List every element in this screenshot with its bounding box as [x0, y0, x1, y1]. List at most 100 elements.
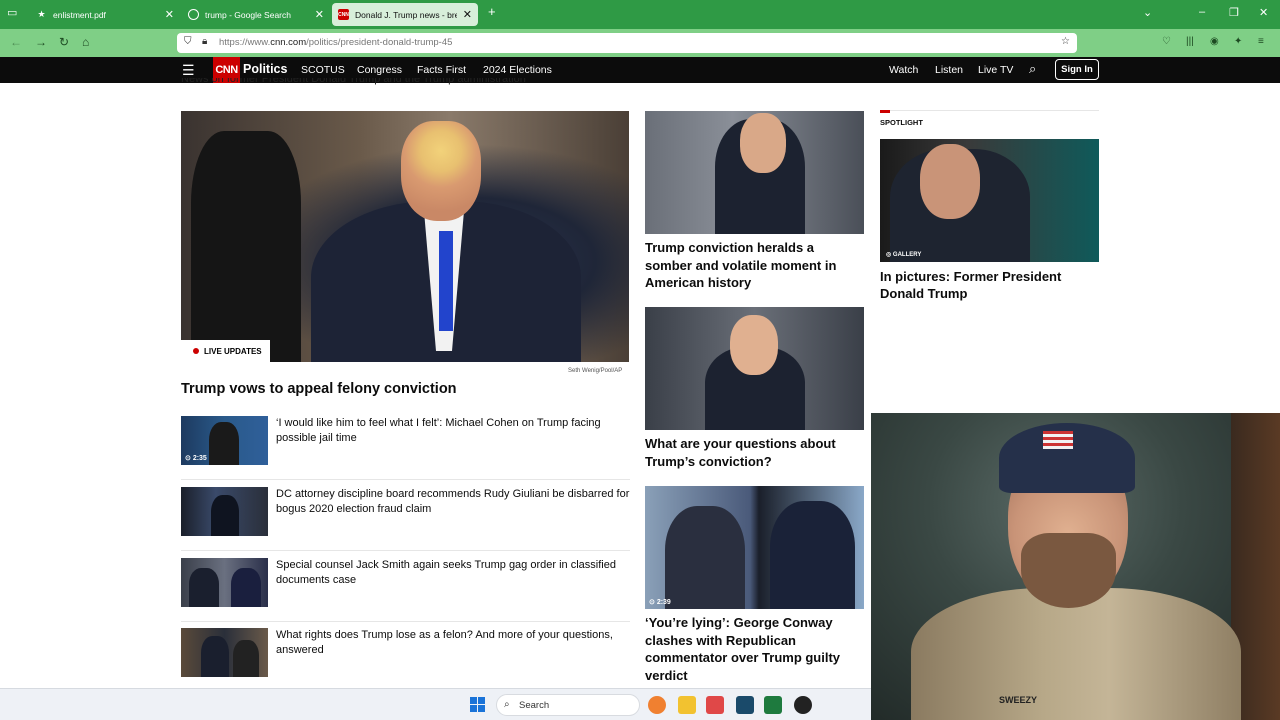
sign-in-button[interactable]: Sign In: [1055, 59, 1099, 80]
list-item[interactable]: Special counsel Jack Smith again seeks T…: [181, 558, 630, 628]
nav-item-2024-elections[interactable]: 2024 Elections: [483, 64, 552, 76]
lock-icon[interactable]: 🔒︎: [202, 36, 207, 47]
browser-toolbar: ← → ↻ ⌂ ⛉ 🔒︎ https://www.cnn.com/politic…: [0, 29, 1280, 57]
list-item[interactable]: ⊙ 2:35 ‘I would like him to feel what I …: [181, 416, 630, 486]
browser-tab-strip: ▭ ★ enlistment.pdf ✕ trump - Google Sear…: [0, 0, 1280, 29]
nav-listen[interactable]: Listen: [935, 64, 963, 76]
excel-icon[interactable]: [764, 696, 782, 714]
account-icon[interactable]: ◉: [1210, 36, 1219, 47]
list-all-tabs-chevron-icon[interactable]: ⌄: [1143, 6, 1152, 19]
list-thumbnail[interactable]: ⊙ 2:35: [181, 416, 268, 465]
tab-google-search[interactable]: trump - Google Search ✕: [182, 3, 330, 26]
spotlight-accent: [880, 110, 890, 113]
person-shape: [189, 568, 219, 607]
nav-watch[interactable]: Watch: [889, 64, 918, 76]
nav-live-tv[interactable]: Live TV: [978, 64, 1013, 76]
list-thumbnail[interactable]: [181, 628, 268, 677]
gallery-badge: ◎ GALLERY: [886, 252, 922, 258]
cnn-favicon-icon: CNN: [338, 9, 349, 20]
live-updates-label: LIVE UPDATES: [204, 346, 262, 356]
tab-title: enlistment.pdf: [53, 9, 106, 20]
article-image[interactable]: [645, 111, 864, 234]
person-shape: [209, 422, 239, 465]
star-icon: ★: [37, 9, 46, 19]
face-shape: [920, 144, 980, 219]
list-headline[interactable]: ‘I would like him to feel what I felt’: …: [276, 416, 631, 445]
face-shape: [740, 113, 786, 173]
person-shape: [211, 495, 239, 536]
app-icon[interactable]: [736, 696, 754, 714]
home-icon[interactable]: ⌂: [82, 35, 89, 49]
divider: [181, 479, 630, 480]
hero-image[interactable]: [181, 111, 629, 362]
spotlight-headline[interactable]: In pictures: Former President Donald Tru…: [880, 268, 1099, 302]
person-shape: [233, 640, 259, 677]
list-headline[interactable]: DC attorney discipline board recommends …: [276, 487, 631, 516]
nav-item-congress[interactable]: Congress: [357, 64, 402, 76]
search-label: Search: [519, 700, 550, 711]
hero-headline[interactable]: Trump vows to appeal felony conviction: [181, 381, 457, 397]
taskbar-search[interactable]: ⌕ Search: [496, 694, 640, 716]
bookmark-star-icon[interactable]: ☆: [1061, 36, 1070, 47]
firefox-icon[interactable]: [648, 696, 666, 714]
tab-enlistment-pdf[interactable]: ★ enlistment.pdf ✕: [30, 3, 180, 26]
list-item[interactable]: DC attorney discipline board recommends …: [181, 487, 630, 557]
list-thumbnail[interactable]: [181, 487, 268, 536]
officer-figure: [191, 131, 301, 362]
forward-arrow-icon[interactable]: →: [35, 35, 47, 49]
article-image[interactable]: [645, 307, 864, 430]
page-subtitle-cut: News on former President Donald Trump an…: [181, 78, 526, 85]
photo-credit: Seth Wenig/Pool/AP: [568, 368, 623, 374]
list-thumbnail[interactable]: [181, 558, 268, 607]
windows-start-icon[interactable]: [470, 697, 485, 712]
snipping-tool-icon[interactable]: [706, 696, 724, 714]
library-icon[interactable]: |||: [1186, 36, 1194, 47]
obs-icon[interactable]: [794, 696, 812, 714]
live-updates-badge[interactable]: LIVE UPDATES: [181, 340, 270, 362]
pocket-icon[interactable]: ♡: [1162, 36, 1171, 47]
url-text: https://www.cnn.com/politics/president-d…: [219, 37, 453, 48]
extensions-icon[interactable]: ✦: [1234, 36, 1242, 47]
name-tag: SWEEZY: [999, 695, 1038, 705]
close-icon[interactable]: ✕: [165, 8, 174, 21]
minimize-icon[interactable]: –: [1199, 6, 1205, 18]
nav-item-scotus[interactable]: SCOTUS: [301, 64, 345, 76]
video-duration: ⊙ 2:35: [185, 455, 207, 462]
nav-item-facts-first[interactable]: Facts First: [417, 64, 466, 76]
reload-icon[interactable]: ↻: [59, 35, 69, 49]
tab-title: Donald J. Trump news - breakin: [355, 9, 457, 20]
video-image[interactable]: ⊙ 2:39: [645, 486, 864, 609]
search-icon: ⌕: [504, 699, 510, 710]
search-icon[interactable]: ⌕: [1029, 61, 1036, 77]
tab-overview-icon[interactable]: ▭: [7, 6, 17, 19]
article-headline[interactable]: Trump conviction heralds a somber and vo…: [645, 239, 864, 292]
list-headline[interactable]: What rights does Trump lose as a felon? …: [276, 628, 631, 657]
tab-cnn-trump[interactable]: CNN Donald J. Trump news - breakin ✕: [332, 3, 478, 26]
section-title[interactable]: Politics: [243, 62, 287, 76]
beard-shape: [1021, 533, 1116, 608]
article-headline[interactable]: ‘You’re lying’: George Conway clashes wi…: [645, 614, 864, 684]
person-shape: [231, 568, 261, 607]
new-tab-plus-icon[interactable]: +: [488, 4, 496, 19]
back-arrow-icon[interactable]: ←: [10, 35, 22, 49]
shield-icon[interactable]: ⛉: [184, 36, 192, 47]
tab-title: trump - Google Search: [205, 9, 291, 20]
live-dot-icon: [193, 348, 199, 354]
spotlight-label: SPOTLIGHT: [880, 118, 923, 127]
face-shape: [730, 315, 778, 375]
hamburger-menu-icon[interactable]: ☰: [182, 62, 195, 79]
close-icon[interactable]: ✕: [463, 8, 472, 21]
restore-icon[interactable]: ❐: [1229, 6, 1239, 19]
file-explorer-icon[interactable]: [678, 696, 696, 714]
spotlight-image[interactable]: ◎ GALLERY: [880, 139, 1099, 262]
flag-patch-icon: [1043, 431, 1073, 449]
close-icon[interactable]: ✕: [315, 8, 324, 21]
person-shape: [665, 506, 745, 609]
taskbar: ⌕ Search: [0, 688, 871, 720]
window-close-icon[interactable]: ✕: [1259, 6, 1268, 19]
screen: ▭ ★ enlistment.pdf ✕ trump - Google Sear…: [0, 0, 1280, 720]
menu-icon[interactable]: ≡: [1258, 36, 1264, 47]
list-headline[interactable]: Special counsel Jack Smith again seeks T…: [276, 558, 631, 587]
article-headline[interactable]: What are your questions about Trump’s co…: [645, 435, 864, 470]
address-bar[interactable]: ⛉ 🔒︎ https://www.cnn.com/politics/presid…: [177, 33, 1077, 53]
